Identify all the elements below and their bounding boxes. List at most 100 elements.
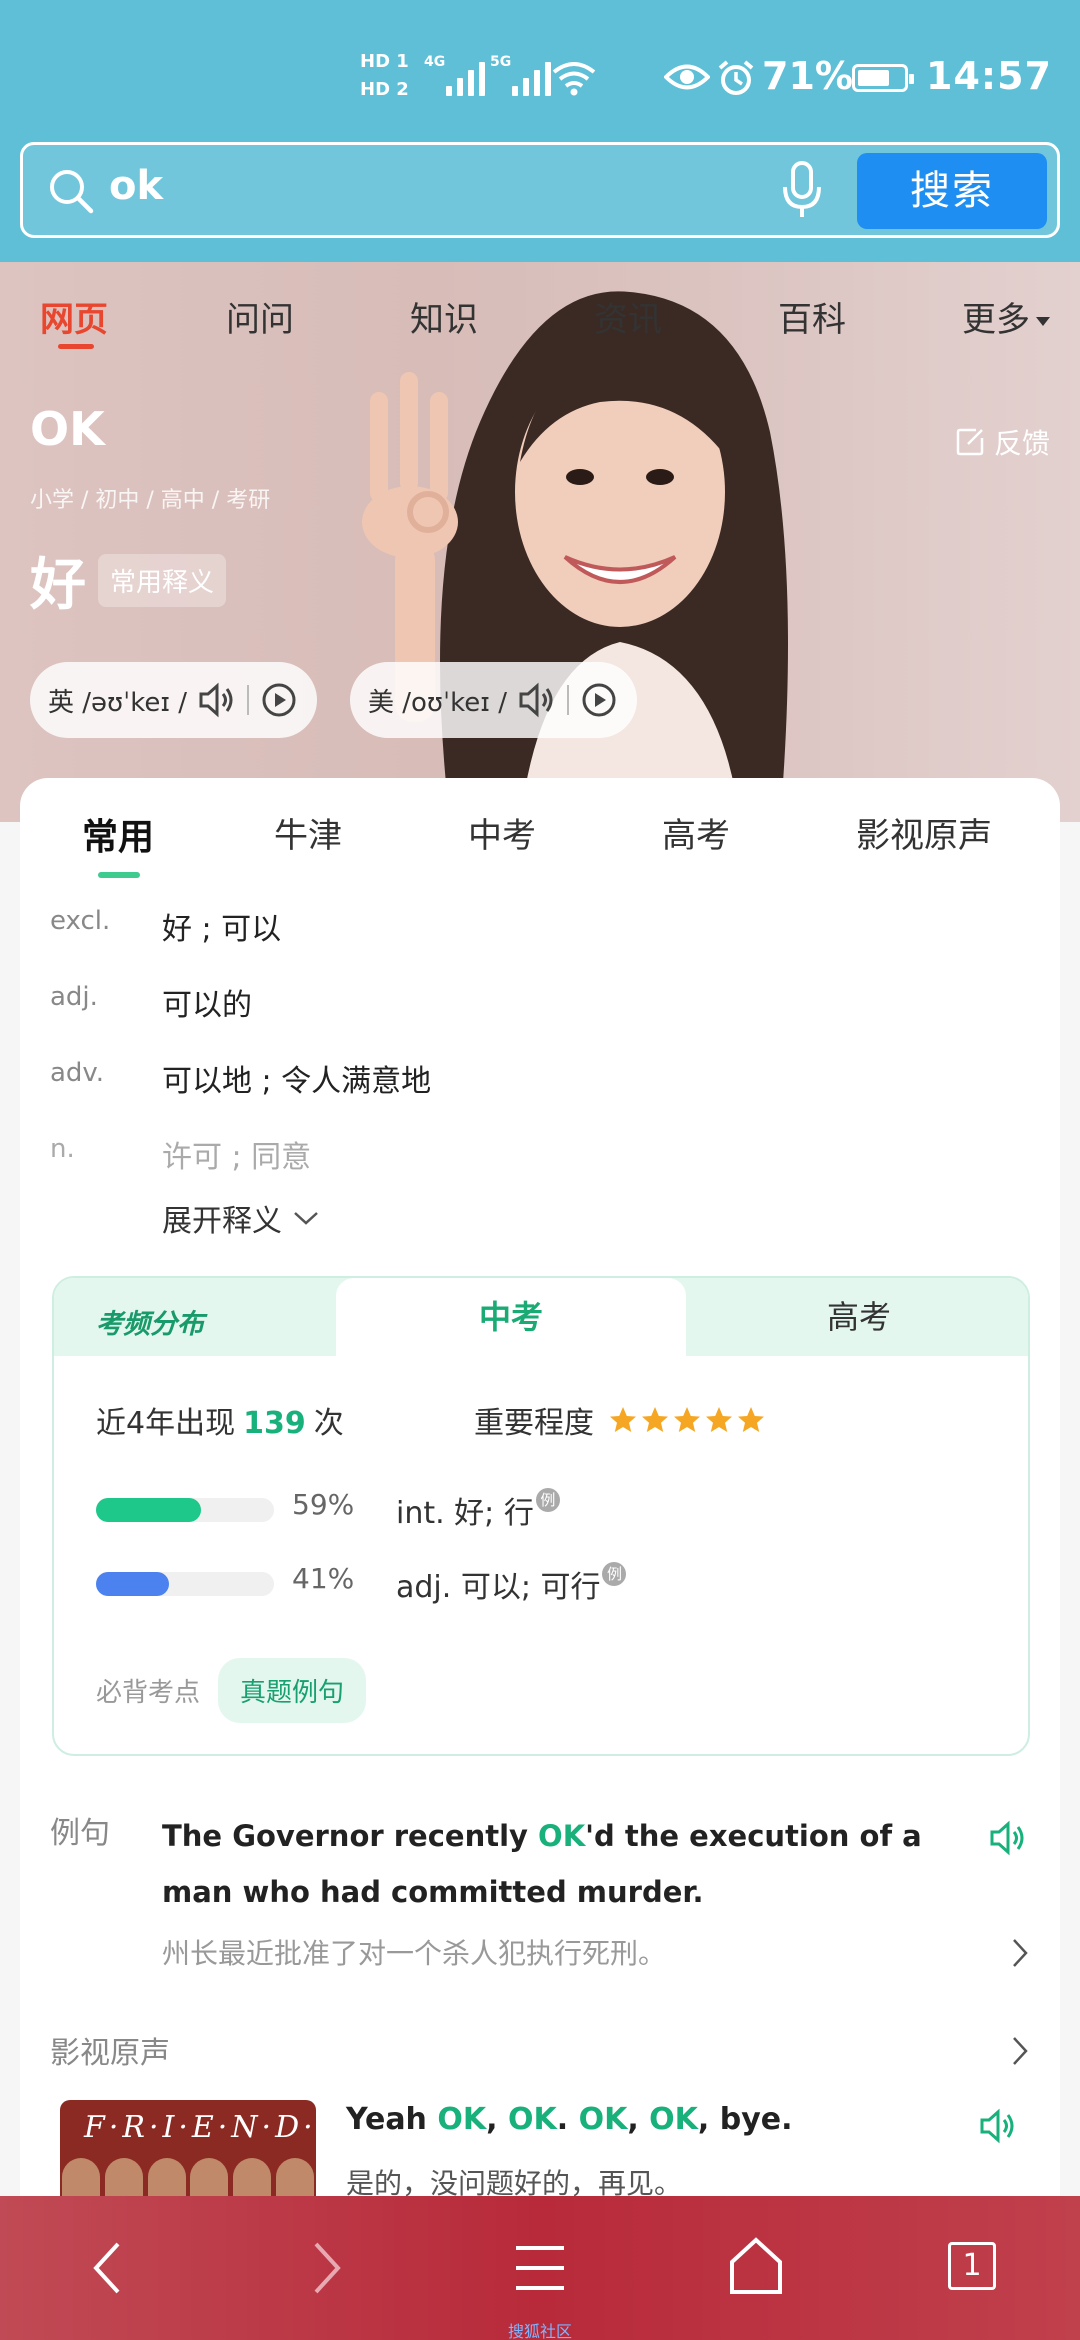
key-points-row: 必背考点 真题例句: [96, 1658, 367, 1723]
speaker-icon[interactable]: [517, 680, 557, 720]
appearance-count: 近4年出现 139 次: [96, 1398, 344, 1442]
frequency-sense: adj. 可以; 可行例: [396, 1562, 627, 1606]
back-icon[interactable]: [88, 2240, 128, 2296]
search-category-tabs: 网页 问问 知识 资讯 百科 更多: [0, 292, 1080, 352]
battery-icon: [852, 64, 914, 92]
feedback-button[interactable]: 反馈: [954, 422, 1050, 462]
frequency-bar-track: [96, 1498, 274, 1522]
expand-definitions-button[interactable]: 展开释义: [162, 1196, 320, 1240]
film-quote-part: OK: [649, 2102, 698, 2137]
speaker-icon[interactable]: [988, 1818, 1032, 1858]
frequency-sense: int. 好; 行例: [396, 1488, 560, 1532]
sim2-label: HD 2: [360, 79, 409, 100]
frequency-bar-track: [96, 1572, 274, 1596]
key-points-label: 必背考点: [96, 1678, 201, 1708]
signal-icon: [446, 58, 485, 96]
common-meaning-tag: 常用释义: [98, 554, 227, 607]
star-icon: [674, 1407, 700, 1432]
clock: 14:57: [926, 54, 1052, 98]
star-icon: [642, 1407, 668, 1432]
example-sentence: The Governor recently OK'd the execution…: [162, 1819, 922, 1909]
tab-film-audio[interactable]: 影视原声: [856, 808, 992, 857]
tab-more[interactable]: 更多: [962, 292, 1050, 341]
speaker-icon[interactable]: [197, 680, 237, 720]
example-translation: 州长最近批准了对一个杀人犯执行死刑。: [162, 1937, 667, 1970]
chevron-right-icon[interactable]: [1010, 2034, 1030, 2068]
wifi-icon: [552, 62, 596, 96]
feedback-label: 反馈: [994, 427, 1051, 460]
speaker-icon[interactable]: [978, 2106, 1022, 2146]
uk-phonetic: 英 /əʊˈkeɪ /: [48, 687, 188, 718]
tab-freq-gaokao[interactable]: 高考: [686, 1278, 1028, 1356]
tab-gaokao[interactable]: 高考: [662, 808, 730, 857]
film-audio-label: 影视原声: [50, 2036, 170, 2071]
film-quote-part: , bye.: [697, 2102, 793, 2137]
tab-news[interactable]: 资讯: [594, 292, 662, 341]
replay-icon[interactable]: [259, 680, 299, 720]
microphone-icon[interactable]: [779, 161, 825, 219]
tab-zhongkao[interactable]: 中考: [468, 808, 536, 857]
chevron-down-icon: [294, 1212, 318, 1225]
part-of-speech: excl.: [50, 906, 111, 936]
film-quote: Yeah OK, OK. OK, OK, bye.: [346, 2102, 793, 2137]
example-badge[interactable]: 例: [602, 1562, 627, 1586]
appearance-suffix: 次: [313, 1406, 344, 1441]
tab-web[interactable]: 网页: [40, 292, 108, 349]
alarm-icon: [718, 60, 754, 95]
status-bar: HD 1 HD 2 4G 5G 71% 14:57: [0, 48, 1080, 108]
film-quote-part: OK: [578, 2102, 628, 2137]
level-tags: 小学 / 初中 / 高中 / 考研: [30, 488, 271, 513]
browser-bottom-bar: 1 搜狐社区: [0, 2196, 1080, 2340]
main-meaning-row: 好 常用释义: [30, 540, 227, 621]
example-badge[interactable]: 例: [535, 1488, 560, 1512]
eye-comfort-icon: [664, 64, 710, 90]
chevron-down-icon: [1036, 317, 1050, 326]
part-of-speech: adv.: [50, 1058, 105, 1088]
search-input[interactable]: ok: [109, 163, 163, 209]
star-icon: [738, 1407, 764, 1432]
us-pronunciation[interactable]: 美 /oʊˈkeɪ /: [350, 662, 637, 738]
menu-icon[interactable]: [514, 2242, 566, 2294]
replay-icon[interactable]: [579, 680, 619, 720]
tab-freq-zhongkao[interactable]: 中考: [336, 1278, 686, 1358]
signal-icon-2: [512, 58, 551, 96]
meaning: 许可 ; 同意: [162, 1140, 312, 1175]
film-quote-part: .: [556, 2102, 579, 2137]
meaning: 好 ; 可以: [162, 912, 282, 947]
search-icon: [50, 170, 94, 214]
frequency-bar: [96, 1498, 201, 1522]
frequency-title: 考频分布: [96, 1309, 204, 1340]
appearance-number: 139: [243, 1406, 306, 1441]
exam-sentences-button[interactable]: 真题例句: [218, 1658, 367, 1723]
exam-frequency-panel: 考频分布 中考 高考 近4年出现 139 次 重要程度 59% int. 好; 行例…: [52, 1276, 1030, 1756]
tab-encyclopedia[interactable]: 百科: [778, 292, 846, 341]
dictionary-card: 常用 牛津 中考 高考 影视原声 excl. 好 ; 可以 adj. 可以的 a…: [20, 778, 1060, 2220]
film-quote-part: OK: [507, 2102, 557, 2137]
frequency-percent: 41%: [292, 1562, 355, 1595]
chevron-right-icon[interactable]: [1010, 1936, 1030, 1970]
sim1-label: HD 1: [360, 51, 409, 72]
example-label: 例句: [50, 1816, 110, 1851]
forward-icon[interactable]: [306, 2240, 346, 2296]
frequency-bar: [96, 1572, 169, 1596]
watermark: 搜狐社区: [508, 2322, 573, 2340]
importance-rating: 重要程度: [474, 1398, 766, 1442]
tab-common[interactable]: 常用: [82, 808, 154, 878]
edit-icon: [956, 428, 984, 456]
uk-pronunciation[interactable]: 英 /əʊˈkeɪ /: [30, 662, 318, 738]
part-of-speech: adj.: [50, 982, 98, 1012]
search-button[interactable]: 搜索: [857, 153, 1047, 229]
tab-knowledge[interactable]: 知识: [410, 292, 478, 341]
frequency-percent: 59%: [292, 1488, 355, 1521]
home-icon[interactable]: [728, 2236, 784, 2296]
expand-label: 展开释义: [162, 1204, 282, 1239]
tab-ask[interactable]: 问问: [226, 292, 294, 341]
star-icon: [610, 1407, 636, 1432]
network-4g-label: 4G: [424, 54, 446, 70]
dictionary-tabs: 常用 牛津 中考 高考 影视原声: [20, 808, 1060, 878]
search-bar[interactable]: ok 搜索: [20, 142, 1060, 238]
part-of-speech: n.: [50, 1134, 75, 1164]
tabs-count-button[interactable]: 1: [948, 2242, 996, 2290]
film-logo: F·R·I·E·N·D·S: [84, 2110, 316, 2145]
tab-oxford[interactable]: 牛津: [274, 808, 342, 857]
